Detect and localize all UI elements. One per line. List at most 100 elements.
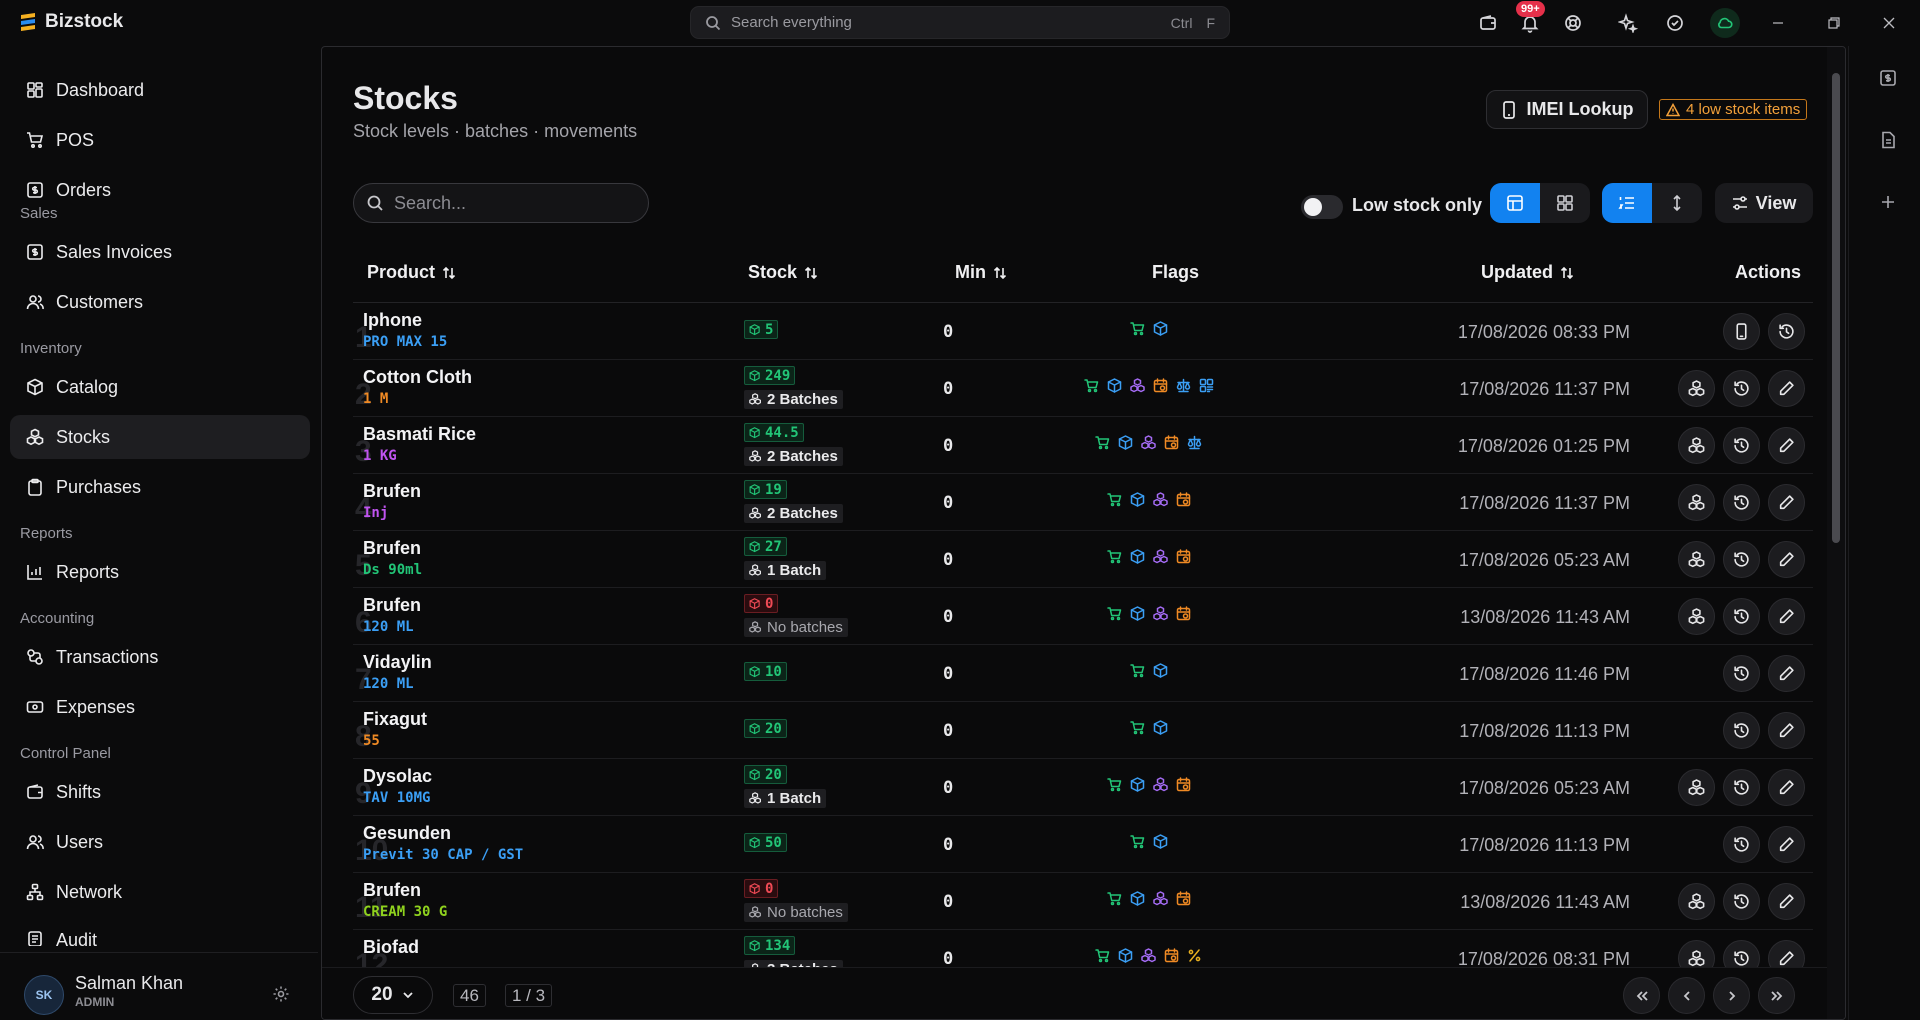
page-size-select[interactable]: 20 xyxy=(353,976,433,1014)
batch-count[interactable]: No batches xyxy=(744,618,848,637)
invoice-icon[interactable] xyxy=(1876,66,1900,90)
low-stock-badge[interactable]: 4 low stock items xyxy=(1659,99,1808,120)
column-product[interactable]: Product xyxy=(367,262,457,283)
table-row[interactable]: 2 Cotton Cloth 1 M 249 2 Batches 0 17/08/2026 … xyxy=(353,360,1813,417)
batches-button[interactable] xyxy=(1678,427,1715,464)
arrows-icon xyxy=(26,648,44,666)
grid-view-icon[interactable] xyxy=(1540,183,1590,223)
table-search[interactable] xyxy=(353,183,649,223)
batches-button[interactable] xyxy=(1678,598,1715,635)
prev-page-icon[interactable] xyxy=(1668,977,1705,1014)
support-icon[interactable] xyxy=(1560,10,1586,36)
history-button[interactable] xyxy=(1768,313,1805,350)
list-density-icon[interactable] xyxy=(1602,183,1652,223)
sidebar-item-catalog[interactable]: Catalog xyxy=(10,365,310,409)
user-profile[interactable]: SK Salman Khan ADMIN xyxy=(0,952,318,1020)
edit-button[interactable] xyxy=(1768,655,1805,692)
column-min[interactable]: Min xyxy=(955,262,1008,283)
history-button[interactable] xyxy=(1723,598,1760,635)
first-page-icon[interactable] xyxy=(1623,977,1660,1014)
wallet-icon[interactable] xyxy=(1475,10,1501,36)
edit-button[interactable] xyxy=(1768,427,1805,464)
history-button[interactable] xyxy=(1723,826,1760,863)
imei-button[interactable] xyxy=(1723,313,1760,350)
last-page-icon[interactable] xyxy=(1758,977,1795,1014)
column-updated[interactable]: Updated xyxy=(1481,262,1575,283)
history-button[interactable] xyxy=(1723,712,1760,749)
sidebar-item-users[interactable]: Users xyxy=(10,820,310,864)
sparkles-icon[interactable] xyxy=(1615,10,1641,36)
gear-icon[interactable] xyxy=(272,985,290,1003)
minimize-icon[interactable] xyxy=(1766,12,1790,34)
edit-button[interactable] xyxy=(1768,541,1805,578)
edit-button[interactable] xyxy=(1768,484,1805,521)
sidebar-item-pos[interactable]: POS xyxy=(10,118,310,162)
next-page-icon[interactable] xyxy=(1713,977,1750,1014)
imei-lookup-button[interactable]: IMEI Lookup xyxy=(1486,90,1648,129)
sidebar-item-shifts[interactable]: Shifts xyxy=(10,770,310,814)
history-button[interactable] xyxy=(1723,883,1760,920)
row-height-icon[interactable] xyxy=(1652,183,1702,223)
sidebar-item-purchases[interactable]: Purchases xyxy=(10,465,310,509)
history-button[interactable] xyxy=(1723,484,1760,521)
history-button[interactable] xyxy=(1723,655,1760,692)
batch-count[interactable]: No batches xyxy=(744,903,848,922)
stock-quantity: 44.5 xyxy=(744,423,804,442)
edit-button[interactable] xyxy=(1768,712,1805,749)
app-logo[interactable]: Bizstock xyxy=(18,11,123,33)
table-row[interactable]: 6 Brufen 120 ML 0 No batches 0 13/08/2026 11:4… xyxy=(353,588,1813,645)
edit-button[interactable] xyxy=(1768,826,1805,863)
batch-count[interactable]: 2 Batches xyxy=(744,504,843,523)
batches-button[interactable] xyxy=(1678,541,1715,578)
edit-button[interactable] xyxy=(1768,370,1805,407)
table-row[interactable]: 7 Vidaylin 120 ML 10 0 17/08/2026 11:46 PM xyxy=(353,645,1813,702)
document-icon[interactable] xyxy=(1876,128,1900,152)
scroll-thumb[interactable] xyxy=(1832,73,1840,543)
history-button[interactable] xyxy=(1723,541,1760,578)
history-button[interactable] xyxy=(1723,427,1760,464)
batch-count[interactable]: 2 Batches xyxy=(744,390,843,409)
check-circle-icon[interactable] xyxy=(1662,10,1688,36)
sidebar-item-customers[interactable]: Customers xyxy=(10,280,310,324)
history-button[interactable] xyxy=(1723,370,1760,407)
batch-count[interactable]: 1 Batch xyxy=(744,789,827,808)
sidebar-item-transactions[interactable]: Transactions xyxy=(10,635,310,679)
batches-button[interactable] xyxy=(1678,883,1715,920)
table-row[interactable]: 1 Iphone PRO MAX 15 5 0 17/08/2026 08:33 PM xyxy=(353,303,1813,360)
close-icon[interactable] xyxy=(1877,12,1901,34)
batch-count[interactable]: 2 Batches xyxy=(744,447,843,466)
sidebar-item-stocks[interactable]: Stocks xyxy=(10,415,310,459)
edit-button[interactable] xyxy=(1768,598,1805,635)
plus-icon[interactable] xyxy=(1876,190,1900,214)
history-button[interactable] xyxy=(1723,769,1760,806)
table-row[interactable]: 5 Brufen Ds 90ml 27 1 Batch 0 17/08/2026 05:23… xyxy=(353,531,1813,588)
table-row[interactable]: 11 Brufen CREAM 30 G 0 No batches 0 13/08/2026… xyxy=(353,873,1813,930)
table-row[interactable]: 8 Fixagut 55 20 0 17/08/2026 11:13 PM xyxy=(353,702,1813,759)
scrollbar[interactable] xyxy=(1827,47,1845,1019)
batch-count[interactable]: 1 Batch xyxy=(744,561,827,580)
table-row[interactable]: 4 Brufen Inj 19 2 Batches 0 17/08/2026 11:37 P… xyxy=(353,474,1813,531)
search-input[interactable] xyxy=(394,192,634,214)
table-view-icon[interactable] xyxy=(1490,183,1540,223)
column-stock[interactable]: Stock xyxy=(748,262,819,283)
cloud-icon[interactable] xyxy=(1710,8,1740,38)
table-row[interactable]: 9 Dysolac TAV 10MG 20 1 Batch 0 17/08/2026 05:… xyxy=(353,759,1813,816)
view-options-button[interactable]: View xyxy=(1715,183,1813,223)
restore-icon[interactable] xyxy=(1822,12,1846,34)
global-search[interactable]: Search everything Ctrl F xyxy=(690,6,1230,39)
batches-button[interactable] xyxy=(1678,484,1715,521)
batches-button[interactable] xyxy=(1678,370,1715,407)
sidebar-item-expenses[interactable]: Expenses xyxy=(10,685,310,729)
product-variant: 55 xyxy=(363,733,380,749)
table-row[interactable]: 3 Basmati Rice 1 KG 44.5 2 Batches 0 17/08/202… xyxy=(353,417,1813,474)
sidebar-item-dashboard[interactable]: Dashboard xyxy=(10,68,310,112)
edit-button[interactable] xyxy=(1768,769,1805,806)
batches-button[interactable] xyxy=(1678,769,1715,806)
table-row[interactable]: 10 Gesunden Previt 30 CAP / GST 50 0 17/08/20… xyxy=(353,816,1813,873)
low-stock-toggle[interactable] xyxy=(1301,195,1343,219)
sidebar-item-network[interactable]: Network xyxy=(10,870,310,914)
sidebar-item-sales-invoices[interactable]: Sales Invoices xyxy=(10,230,310,274)
sidebar-item-audit[interactable]: Audit xyxy=(10,920,310,946)
sidebar-item-reports[interactable]: Reports xyxy=(10,550,310,594)
edit-button[interactable] xyxy=(1768,883,1805,920)
